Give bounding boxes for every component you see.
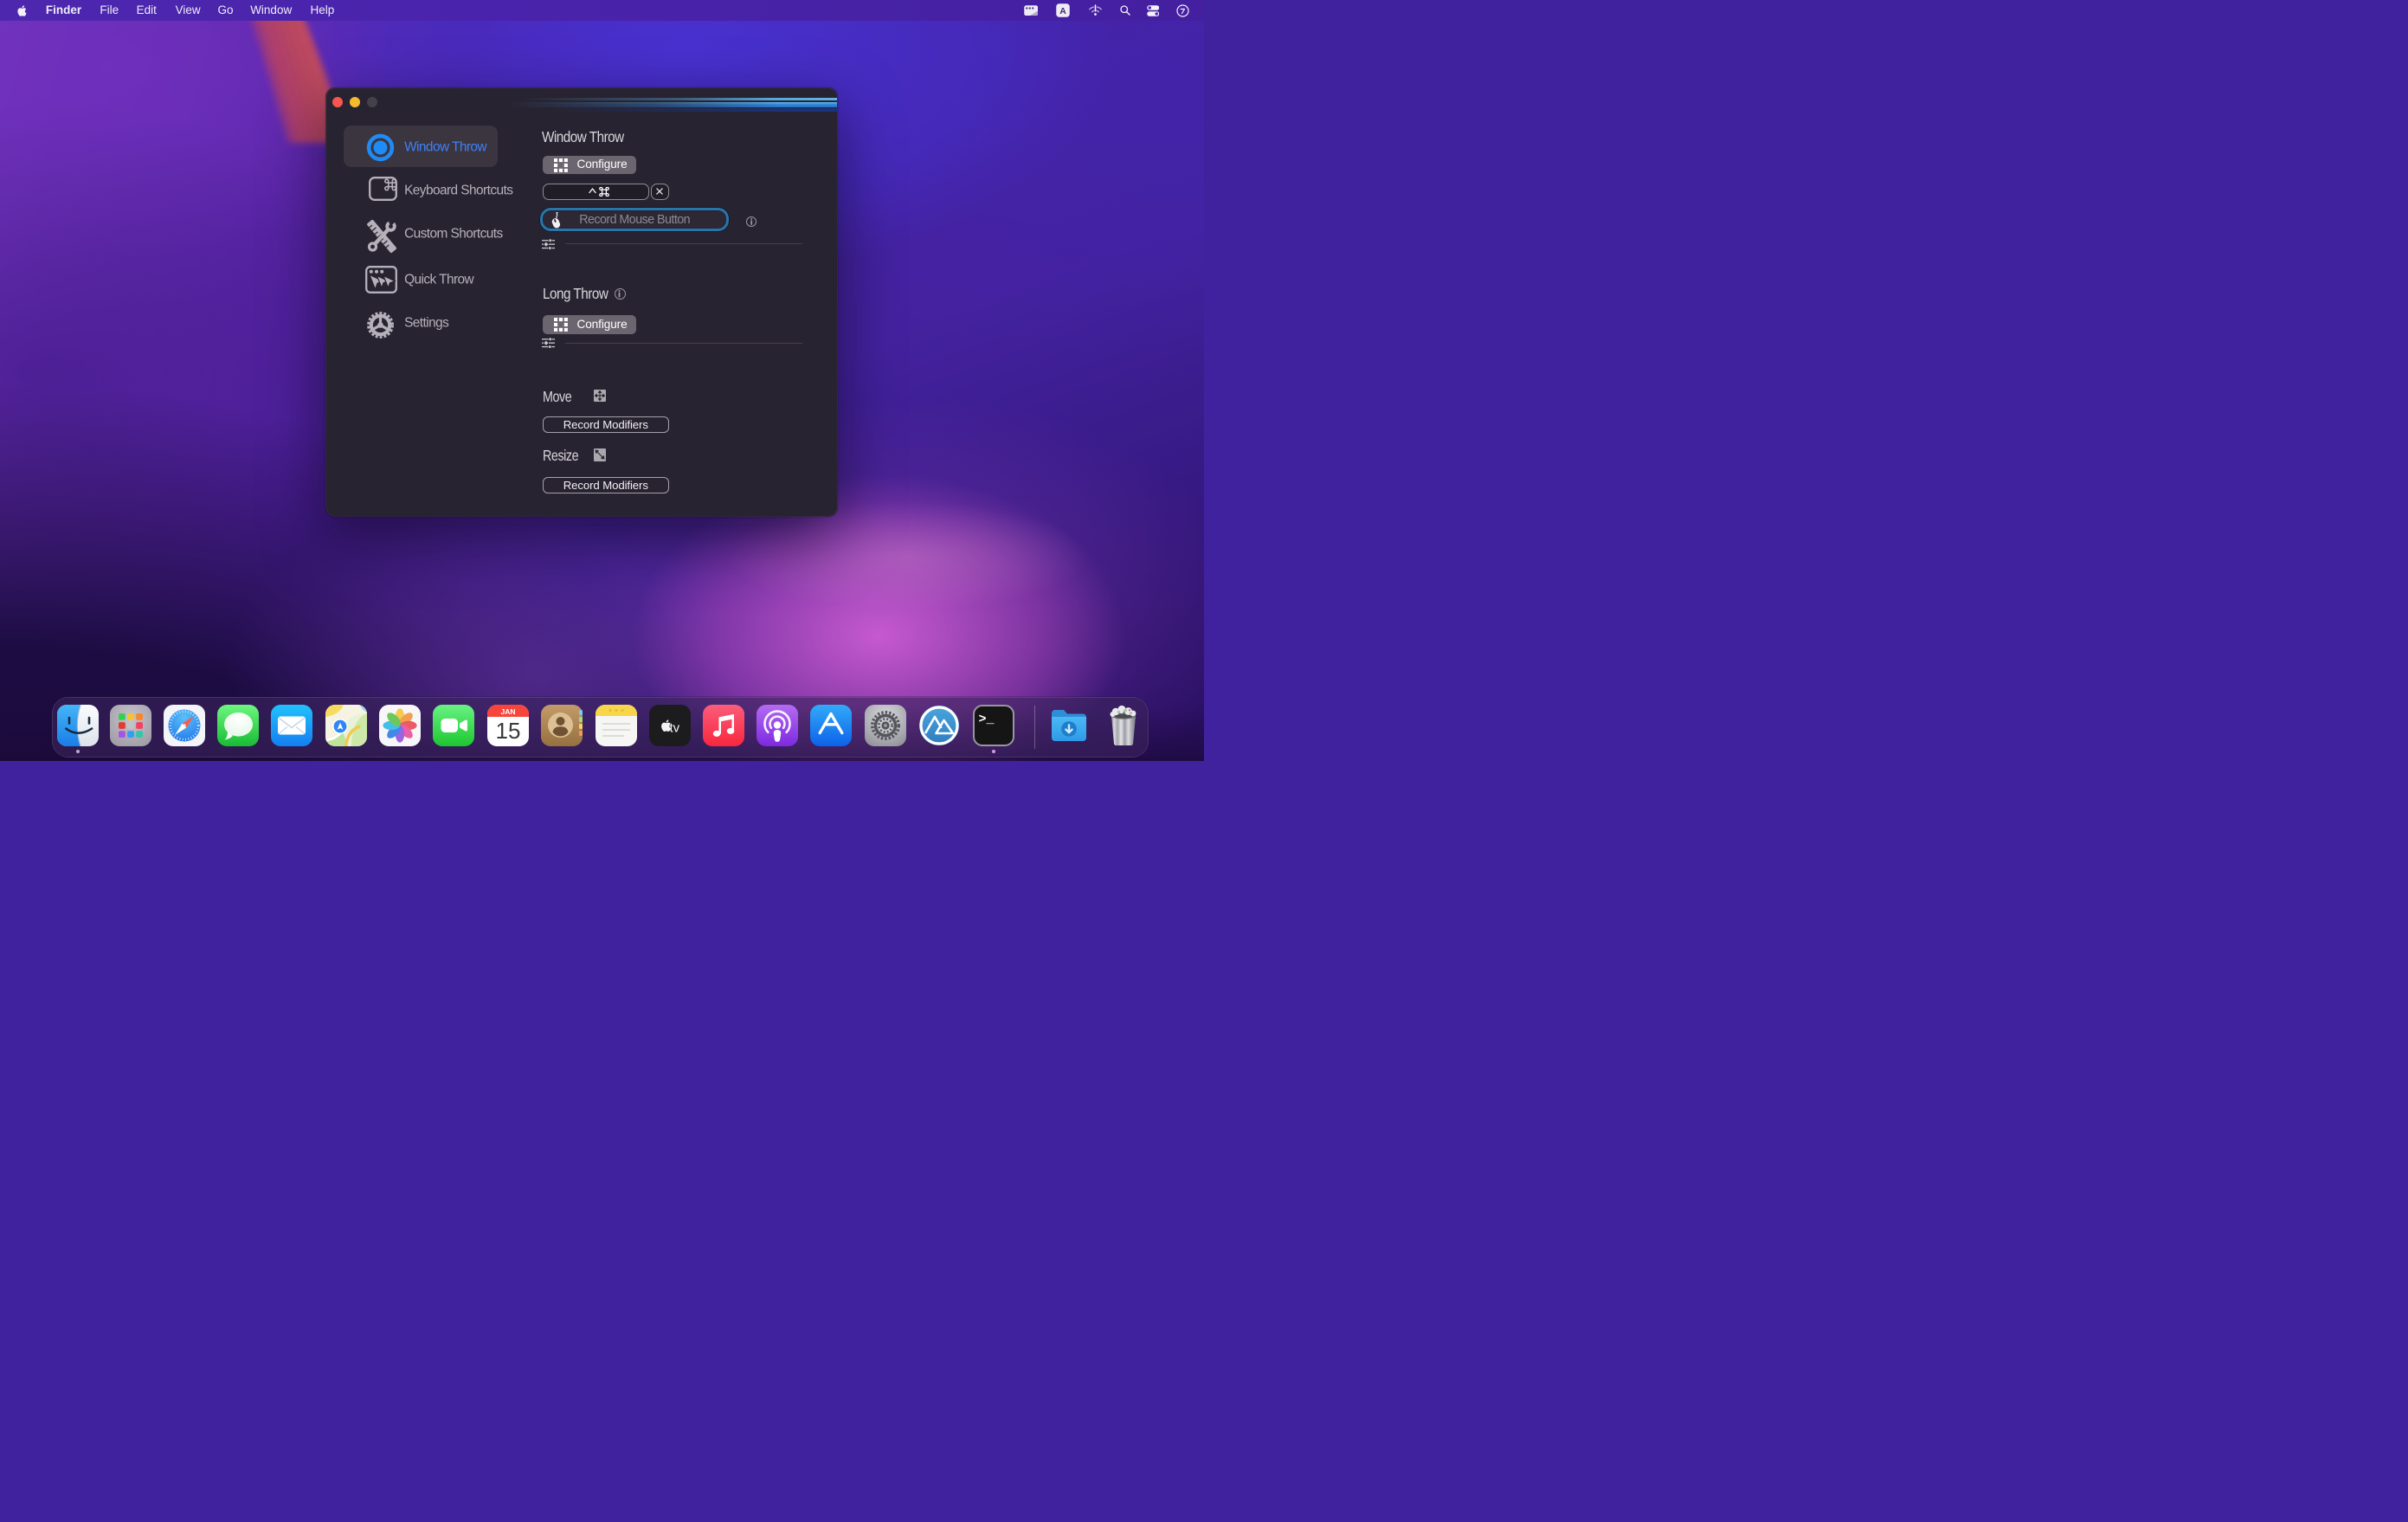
- svg-text:JAN: JAN: [500, 707, 515, 716]
- svg-text:tv: tv: [669, 721, 679, 736]
- svg-text:>_: >_: [979, 713, 995, 727]
- svg-text:15: 15: [495, 718, 520, 744]
- svg-text:A: A: [1059, 6, 1066, 16]
